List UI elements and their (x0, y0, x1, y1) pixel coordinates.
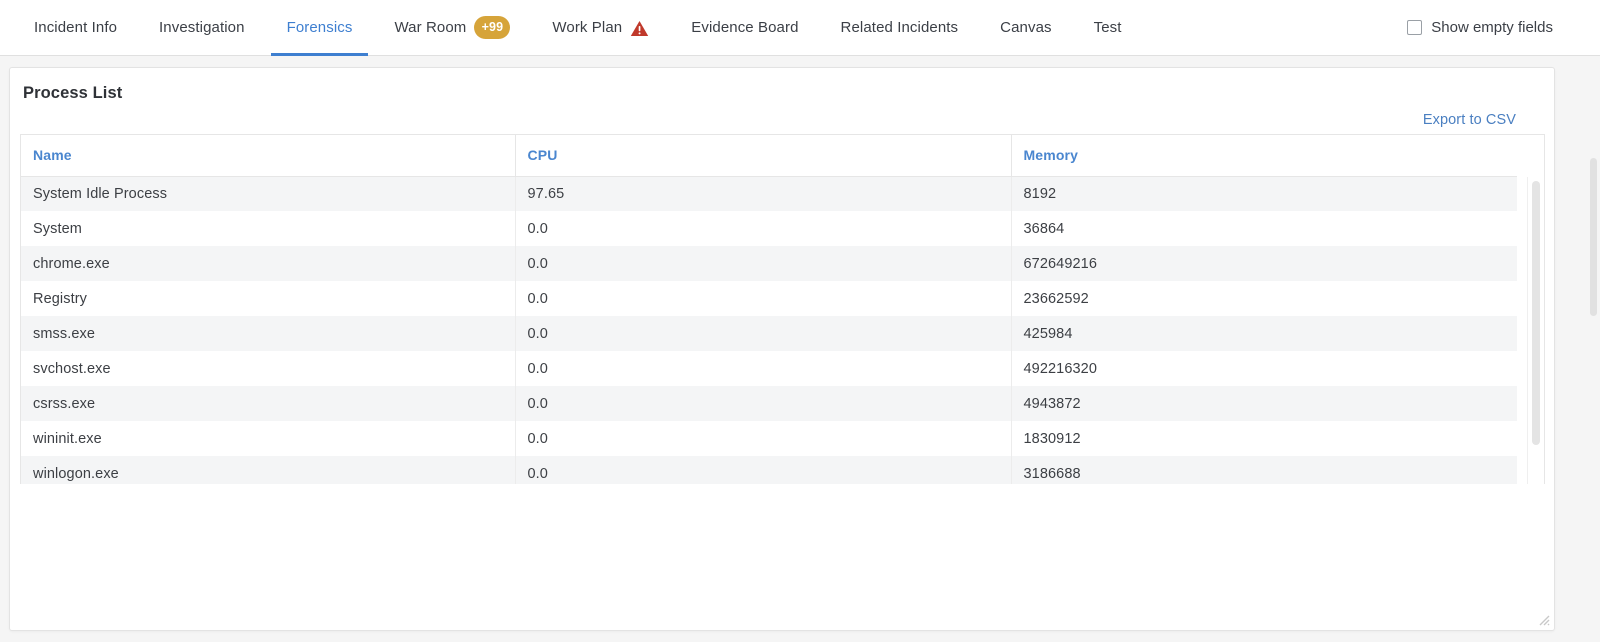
process-name-cell: wininit.exe (21, 421, 516, 456)
process-memory-cell: 492216320 (1011, 351, 1517, 386)
table-row[interactable]: Registry 0.0 23662592 (21, 281, 1517, 316)
process-memory-cell: 36864 (1011, 211, 1517, 246)
process-memory-cell: 1830912 (1011, 421, 1517, 456)
table-row[interactable]: wininit.exe 0.0 1830912 (21, 421, 1517, 456)
tab-war-room[interactable]: War Room +99 (373, 0, 531, 55)
process-cpu-cell: 0.0 (515, 386, 1012, 421)
column-header-cpu[interactable]: CPU (515, 135, 1012, 177)
process-cpu-cell: 0.0 (515, 246, 1012, 281)
table-row[interactable]: System 0.0 36864 (21, 211, 1517, 246)
process-cpu-cell: 0.0 (515, 351, 1012, 386)
column-header-memory[interactable]: Memory (1011, 135, 1517, 177)
tab-label: War Room (394, 19, 467, 36)
table-row[interactable]: System Idle Process 97.65 8192 (21, 176, 1517, 211)
process-list-card: Process List Export to CSV Name CPU Memo… (9, 67, 1555, 631)
tab-bar: Incident Info Investigation Forensics War R… (0, 0, 1600, 56)
table-row[interactable]: chrome.exe 0.0 672649216 (21, 246, 1517, 281)
tab-count-badge: +99 (474, 16, 511, 39)
process-name-cell: chrome.exe (21, 246, 516, 281)
page-vertical-scrollbar[interactable] (1587, 0, 1600, 642)
tab-work-plan[interactable]: Work Plan (531, 0, 670, 55)
process-memory-cell: 3186688 (1011, 456, 1517, 484)
tab-list: Incident Info Investigation Forensics War R… (13, 0, 1143, 56)
table-scrollbar-thumb[interactable] (1532, 181, 1540, 445)
process-table-container: Name CPU Memory System Idle Process 97.65… (20, 134, 1545, 484)
column-header-name[interactable]: Name (21, 135, 516, 177)
tab-label: Incident Info (34, 19, 118, 36)
resize-grip-icon (1539, 615, 1550, 626)
process-cpu-cell: 0.0 (515, 421, 1012, 456)
table-row[interactable]: csrss.exe 0.0 4943872 (21, 386, 1517, 421)
process-cpu-cell: 0.0 (515, 211, 1012, 246)
tab-label: Work Plan (552, 19, 623, 36)
table-vertical-scrollbar[interactable] (1527, 177, 1544, 484)
tab-label: Investigation (159, 19, 245, 36)
tab-label: Evidence Board (691, 19, 799, 36)
tab-related-incidents[interactable]: Related Incidents (820, 0, 980, 55)
tab-label: Forensics (286, 19, 353, 36)
tab-evidence-board[interactable]: Evidence Board (670, 0, 819, 55)
show-empty-fields-checkbox[interactable] (1407, 20, 1423, 35)
tab-label: Related Incidents (840, 19, 959, 36)
card-resize-handle[interactable] (1537, 613, 1550, 626)
process-memory-cell: 672649216 (1011, 246, 1517, 281)
table-header-row: Name CPU Memory (21, 135, 1517, 177)
process-memory-cell: 8192 (1011, 176, 1517, 211)
process-name-cell: smss.exe (21, 316, 516, 351)
page-body: Process List Export to CSV Name CPU Memo… (0, 56, 1600, 642)
table-row[interactable]: svchost.exe 0.0 492216320 (21, 351, 1517, 386)
process-cpu-cell: 97.65 (515, 176, 1012, 211)
export-to-csv-link[interactable]: Export to CSV (1423, 112, 1516, 128)
tab-test[interactable]: Test (1073, 0, 1143, 55)
card-toolbar: Export to CSV (10, 103, 1554, 134)
process-name-cell: Registry (21, 281, 516, 316)
process-cpu-cell: 0.0 (515, 281, 1012, 316)
process-cpu-cell: 0.0 (515, 456, 1012, 484)
process-name-cell: svchost.exe (21, 351, 516, 386)
warning-triangle-icon (630, 20, 649, 37)
process-name-cell: System Idle Process (21, 176, 516, 211)
process-memory-cell: 23662592 (1011, 281, 1517, 316)
tab-label: Test (1093, 19, 1122, 36)
page-scrollbar-thumb[interactable] (1590, 158, 1597, 316)
tab-investigation[interactable]: Investigation (138, 0, 266, 55)
table-row[interactable]: winlogon.exe 0.0 3186688 (21, 456, 1517, 484)
process-memory-cell: 4943872 (1011, 386, 1517, 421)
show-empty-fields-toggle[interactable]: Show empty fields (1407, 0, 1580, 55)
table-header: Name CPU Memory (21, 135, 1517, 177)
table-body: System Idle Process 97.65 8192 System 0.0 368… (21, 176, 1517, 484)
card-title: Process List (23, 84, 123, 102)
tab-canvas[interactable]: Canvas (979, 0, 1072, 55)
process-cpu-cell: 0.0 (515, 316, 1012, 351)
process-table: Name CPU Memory System Idle Process 97.65… (21, 135, 1517, 484)
table-row[interactable]: smss.exe 0.0 425984 (21, 316, 1517, 351)
tab-forensics[interactable]: Forensics (266, 0, 374, 56)
process-name-cell: winlogon.exe (21, 456, 516, 484)
tab-label: Canvas (1000, 19, 1052, 36)
process-name-cell: System (21, 211, 516, 246)
show-empty-fields-label: Show empty fields (1431, 19, 1553, 36)
process-name-cell: csrss.exe (21, 386, 516, 421)
tab-incident-info[interactable]: Incident Info (13, 0, 138, 55)
process-memory-cell: 425984 (1011, 316, 1517, 351)
